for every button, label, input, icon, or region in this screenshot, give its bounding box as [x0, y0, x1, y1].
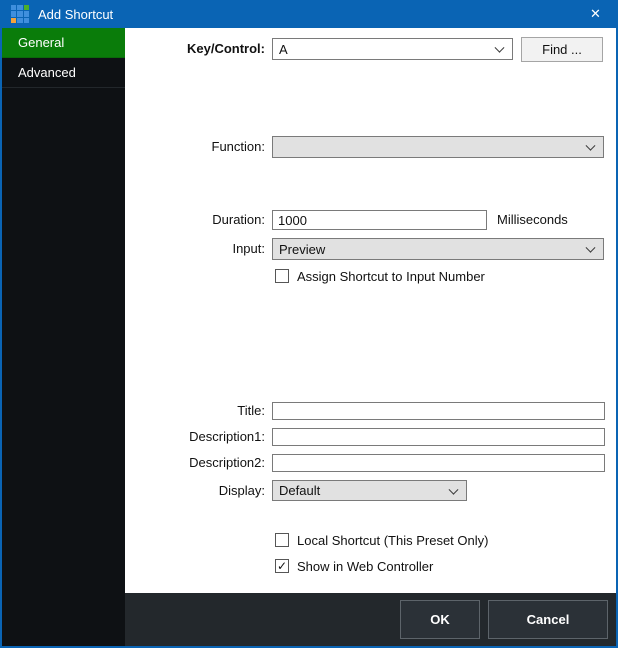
title-input[interactable]	[272, 402, 605, 420]
window-title: Add Shortcut	[38, 7, 113, 22]
description1-label: Description1:	[125, 428, 265, 446]
web-controller-row: ✓ Show in Web Controller	[275, 558, 433, 574]
chevron-down-icon	[586, 141, 596, 151]
assign-shortcut-label: Assign Shortcut to Input Number	[297, 269, 485, 284]
assign-shortcut-row: ✓ Assign Shortcut to Input Number	[275, 268, 485, 284]
dialog-body: General Advanced Key/Control: A Find ...…	[2, 28, 616, 646]
tab-general-label: General	[18, 35, 64, 50]
footer-bar: OK Cancel	[125, 593, 616, 646]
find-button[interactable]: Find ...	[521, 37, 603, 62]
display-label: Display:	[125, 480, 265, 501]
close-icon[interactable]: ✕	[573, 0, 618, 28]
add-shortcut-dialog: Add Shortcut ✕ General Advanced Key/Cont…	[0, 0, 618, 648]
input-select-value: Preview	[279, 242, 325, 257]
tab-advanced[interactable]: Advanced	[2, 58, 125, 88]
description2-label: Description2:	[125, 454, 265, 472]
ok-button[interactable]: OK	[400, 600, 480, 639]
milliseconds-label: Milliseconds	[497, 210, 568, 230]
chevron-down-icon	[449, 484, 459, 494]
cancel-button[interactable]: Cancel	[488, 600, 608, 639]
local-shortcut-row: ✓ Local Shortcut (This Preset Only)	[275, 532, 488, 548]
local-shortcut-checkbox[interactable]: ✓	[275, 533, 289, 547]
vmix-logo-icon	[11, 5, 29, 23]
duration-input[interactable]	[272, 210, 487, 230]
duration-label: Duration:	[125, 210, 265, 230]
titlebar: Add Shortcut ✕	[0, 0, 618, 28]
display-select[interactable]: Default	[272, 480, 467, 501]
general-form: Key/Control: A Find ... Function: Durati…	[125, 28, 616, 593]
input-select[interactable]: Preview	[272, 238, 604, 260]
chevron-down-icon	[495, 43, 505, 53]
title-label: Title:	[125, 402, 265, 420]
sidebar: General Advanced	[2, 28, 125, 646]
function-label: Function:	[125, 136, 265, 158]
function-select[interactable]	[272, 136, 604, 158]
web-controller-label: Show in Web Controller	[297, 559, 433, 574]
description2-input[interactable]	[272, 454, 605, 472]
key-control-select[interactable]: A	[272, 38, 513, 60]
key-control-select-value: A	[279, 42, 288, 57]
tab-general[interactable]: General	[2, 28, 125, 58]
chevron-down-icon	[586, 243, 596, 253]
input-label: Input:	[125, 238, 265, 260]
local-shortcut-label: Local Shortcut (This Preset Only)	[297, 533, 488, 548]
display-select-value: Default	[279, 483, 320, 498]
check-icon: ✓	[277, 560, 287, 572]
description1-input[interactable]	[272, 428, 605, 446]
main-panel: Key/Control: A Find ... Function: Durati…	[125, 28, 616, 646]
assign-shortcut-checkbox[interactable]: ✓	[275, 269, 289, 283]
tab-advanced-label: Advanced	[18, 65, 76, 80]
web-controller-checkbox[interactable]: ✓	[275, 559, 289, 573]
key-control-label: Key/Control:	[125, 38, 265, 60]
